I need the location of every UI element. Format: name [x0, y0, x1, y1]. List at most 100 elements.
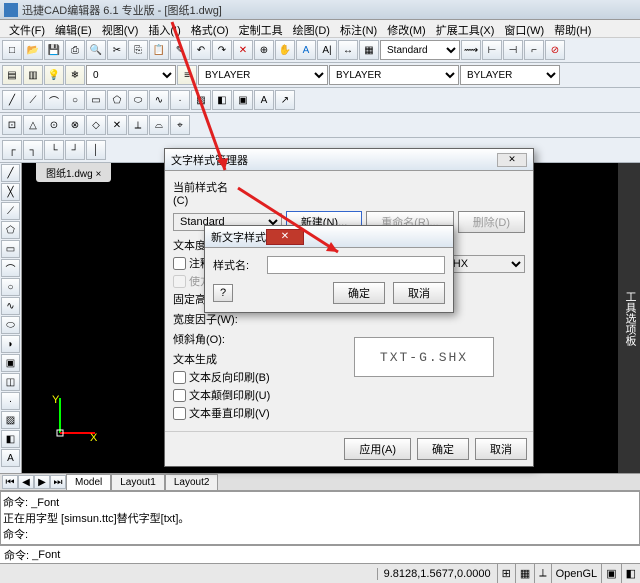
lt-xline-icon[interactable]: ╳	[1, 183, 20, 201]
menu-help[interactable]: 帮助(H)	[549, 20, 596, 37]
d-poly-icon[interactable]: ⬠	[107, 90, 127, 110]
bulb-icon[interactable]: 💡	[44, 65, 64, 85]
dim-icon[interactable]: ↔	[338, 40, 358, 60]
lt-pline-icon[interactable]: ⟋	[1, 202, 20, 220]
lt-ellarc-icon[interactable]: ◗	[1, 335, 20, 353]
snap-perp-icon[interactable]: ⟂	[128, 115, 148, 135]
lineweight-select[interactable]: BYLAYER	[329, 65, 459, 85]
close-icon[interactable]: ✕	[266, 229, 304, 245]
command-line[interactable]: 命令: _Font	[0, 545, 640, 563]
snap-quad-icon[interactable]: ◇	[86, 115, 106, 135]
table-icon[interactable]: ▦	[359, 40, 379, 60]
ok-button[interactable]: 确定	[333, 282, 385, 304]
tab-model[interactable]: Model	[66, 474, 111, 491]
lt-block-icon[interactable]: ◫	[1, 373, 20, 391]
lt-poly-icon[interactable]: ⬠	[1, 221, 20, 239]
snap-cen-icon[interactable]: ⊙	[44, 115, 64, 135]
r5-4[interactable]: ┘	[65, 140, 85, 160]
delete-button[interactable]: 删除(D)	[458, 211, 525, 233]
menu-tools[interactable]: 定制工具	[234, 20, 288, 37]
d-rect-icon[interactable]: ▭	[86, 90, 106, 110]
text-style-select[interactable]: Standard	[380, 40, 460, 60]
d-circle-icon[interactable]: ○	[65, 90, 85, 110]
print-icon[interactable]: ⎙	[65, 40, 85, 60]
status-ortho[interactable]: ⟂	[534, 564, 550, 583]
lt-spline-icon[interactable]: ∿	[1, 297, 20, 315]
d-region-icon[interactable]: ◧	[212, 90, 232, 110]
d-arc-icon[interactable]: ⌒	[44, 90, 64, 110]
d-hatch-icon[interactable]: ▨	[191, 90, 211, 110]
tool-palette[interactable]: 工具选项板	[618, 163, 640, 473]
tab-first-icon[interactable]: ⏮	[2, 475, 18, 489]
ok-button[interactable]: 确定	[417, 438, 469, 460]
status-a[interactable]: ▣	[601, 564, 620, 583]
preview-icon[interactable]: 🔍	[86, 40, 106, 60]
lt-insert-icon[interactable]: ▣	[1, 354, 20, 372]
menu-draw[interactable]: 绘图(D)	[288, 20, 335, 37]
freeze-icon[interactable]: ❄	[65, 65, 85, 85]
drawing-tab[interactable]: 图纸1.dwg ×	[36, 163, 111, 182]
lt-arc-icon[interactable]: ⌒	[1, 259, 20, 277]
tab-layout1[interactable]: Layout1	[111, 474, 165, 491]
layer1-icon[interactable]: ▤	[2, 65, 22, 85]
cancel-button[interactable]: 取消	[393, 282, 445, 304]
lt-line-icon[interactable]: ╱	[1, 164, 20, 182]
style-name-input[interactable]	[267, 256, 445, 274]
apply-button[interactable]: 应用(A)	[344, 438, 411, 460]
color-select[interactable]: BYLAYER	[460, 65, 560, 85]
d-point-icon[interactable]: ·	[170, 90, 190, 110]
r5-3[interactable]: └	[44, 140, 64, 160]
snap-mid-icon[interactable]: △	[23, 115, 43, 135]
erase-icon[interactable]: ✕	[233, 40, 253, 60]
snap-end-icon[interactable]: ⊡	[2, 115, 22, 135]
d-pline-icon[interactable]: ⟋	[23, 90, 43, 110]
lt-rect-icon[interactable]: ▭	[1, 240, 20, 258]
d-text-icon[interactable]: A	[254, 90, 274, 110]
layer-select[interactable]: 0	[86, 65, 176, 85]
status-b[interactable]: ◧	[621, 564, 640, 583]
save-icon[interactable]: 💾	[44, 40, 64, 60]
lt-region-icon[interactable]: ◧	[1, 430, 20, 448]
lt-hatch-icon[interactable]: ▨	[1, 411, 20, 429]
r5-5[interactable]: │	[86, 140, 106, 160]
dim2-icon[interactable]: ⊣	[503, 40, 523, 60]
snap-tan-icon[interactable]: ⌓	[149, 115, 169, 135]
close-icon[interactable]: ✕	[497, 153, 527, 167]
tab-next-icon[interactable]: ▶	[34, 475, 50, 489]
menu-edit[interactable]: 编辑(E)	[50, 20, 97, 37]
esc-icon[interactable]: ⊘	[545, 40, 565, 60]
r5-2[interactable]: ┐	[23, 140, 43, 160]
menu-view[interactable]: 视图(V)	[97, 20, 144, 37]
backwards-check[interactable]	[173, 371, 186, 384]
lt-text-icon[interactable]: A	[1, 449, 20, 467]
menu-modify[interactable]: 修改(M)	[382, 20, 431, 37]
menu-dim[interactable]: 标注(N)	[335, 20, 382, 37]
tab-last-icon[interactable]: ⏭	[50, 475, 66, 489]
d-block-icon[interactable]: ▣	[233, 90, 253, 110]
annotative-check[interactable]	[173, 257, 186, 270]
vertical-check[interactable]	[173, 407, 186, 420]
d-spline-icon[interactable]: ∿	[149, 90, 169, 110]
font-icon[interactable]: A|	[317, 40, 337, 60]
cut-icon[interactable]: ✂	[107, 40, 127, 60]
r5-1[interactable]: ┌	[2, 140, 22, 160]
upside-check[interactable]	[173, 389, 186, 402]
d-line-icon[interactable]: ╱	[2, 90, 22, 110]
undo-icon[interactable]: ↶	[191, 40, 211, 60]
dialog-title-bar[interactable]: 文字样式管理器 ✕	[165, 149, 533, 171]
cmd-input[interactable]: _Font	[32, 549, 60, 561]
match-icon[interactable]: ✎	[170, 40, 190, 60]
zoom-icon[interactable]: ⊕	[254, 40, 274, 60]
new-icon[interactable]: □	[2, 40, 22, 60]
status-snap[interactable]: ⊞	[497, 564, 515, 583]
ucs-icon[interactable]: ⌐	[524, 40, 544, 60]
menu-format[interactable]: 格式(O)	[186, 20, 234, 37]
menu-insert[interactable]: 插入(I)	[143, 20, 185, 37]
tab-prev-icon[interactable]: ◀	[18, 475, 34, 489]
d-ellipse-icon[interactable]: ⬭	[128, 90, 148, 110]
layerprop-icon[interactable]: ≡	[177, 65, 197, 85]
help-button[interactable]: ?	[213, 284, 233, 302]
layer2-icon[interactable]: ▥	[23, 65, 43, 85]
redo-icon[interactable]: ↷	[212, 40, 232, 60]
copy-icon[interactable]: ⎘	[128, 40, 148, 60]
